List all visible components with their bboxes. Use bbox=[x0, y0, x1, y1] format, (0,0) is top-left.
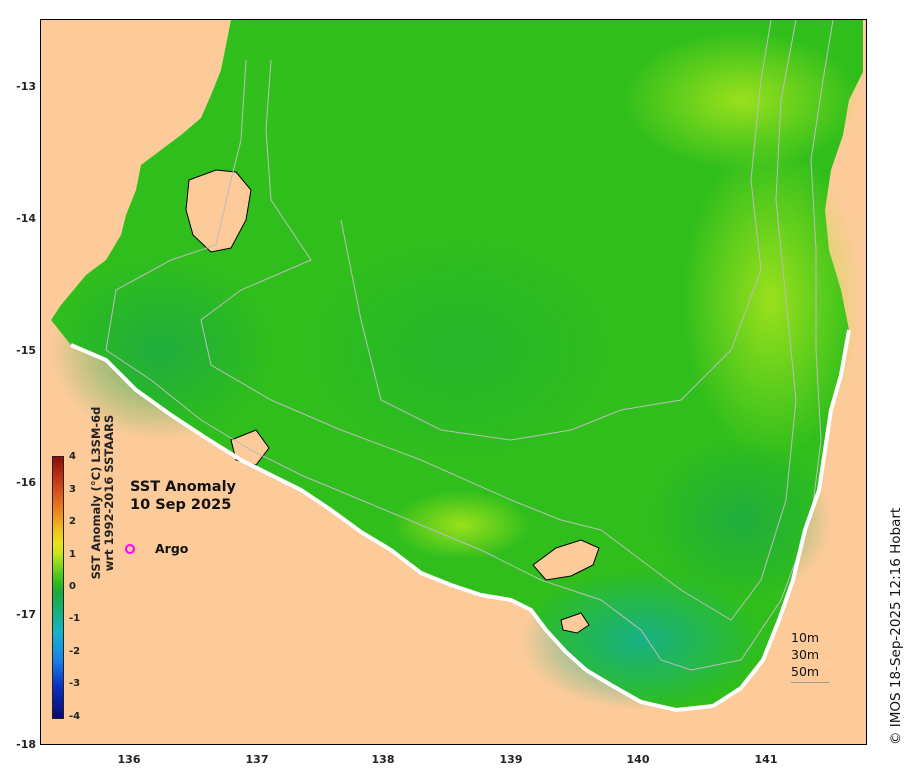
colorbar-tick-label: -2 bbox=[69, 646, 81, 657]
x-tick-label: 138 bbox=[371, 753, 395, 766]
x-tick-label: 141 bbox=[754, 753, 778, 766]
depth-label-10m: 10m bbox=[791, 630, 820, 645]
colorbar-tick-label: -3 bbox=[69, 678, 81, 689]
map-frame bbox=[40, 19, 867, 745]
colorbar-tick-label: 4 bbox=[69, 451, 76, 462]
x-tick-label: 140 bbox=[626, 753, 650, 766]
argo-marker-icon bbox=[125, 544, 135, 554]
colorbar-tick-label: 1 bbox=[69, 549, 76, 560]
map-date: 10 Sep 2025 bbox=[130, 497, 232, 513]
colorbar bbox=[52, 456, 64, 719]
y-tick-label: -17 bbox=[16, 608, 36, 621]
y-tick-label: -15 bbox=[16, 344, 36, 357]
imos-credit: © IMOS 18-Sep-2025 12:16 Hobart bbox=[888, 507, 904, 745]
colorbar-tick-label: 0 bbox=[69, 581, 76, 592]
y-tick-label: -14 bbox=[16, 212, 36, 225]
argo-label: Argo bbox=[155, 541, 189, 556]
colorbar-tick-label: -1 bbox=[69, 613, 81, 624]
colorbar-caption: SST Anomaly (°C) L3SM-6d wrt 1992-2016 S… bbox=[89, 398, 116, 588]
x-tick-label: 137 bbox=[245, 753, 269, 766]
sst-anomaly-map bbox=[51, 20, 863, 713]
y-tick-label: -13 bbox=[16, 80, 36, 93]
x-tick-label: 139 bbox=[499, 753, 523, 766]
depth-label-50m: 50m bbox=[791, 664, 820, 679]
map-title: SST Anomaly bbox=[130, 479, 236, 495]
x-tick-label: 136 bbox=[117, 753, 141, 766]
colorbar-tick-label: 3 bbox=[69, 484, 76, 495]
y-tick-label: -18 bbox=[16, 738, 36, 751]
y-tick-label: -16 bbox=[16, 476, 36, 489]
depth-label-30m: 30m bbox=[791, 647, 820, 662]
colorbar-caption-line2: wrt 1992-2016 SSTAARS bbox=[102, 414, 116, 572]
colorbar-tick-label: -4 bbox=[69, 711, 81, 722]
depth-legend-line bbox=[791, 682, 829, 683]
colorbar-tick-label: 2 bbox=[69, 516, 76, 527]
